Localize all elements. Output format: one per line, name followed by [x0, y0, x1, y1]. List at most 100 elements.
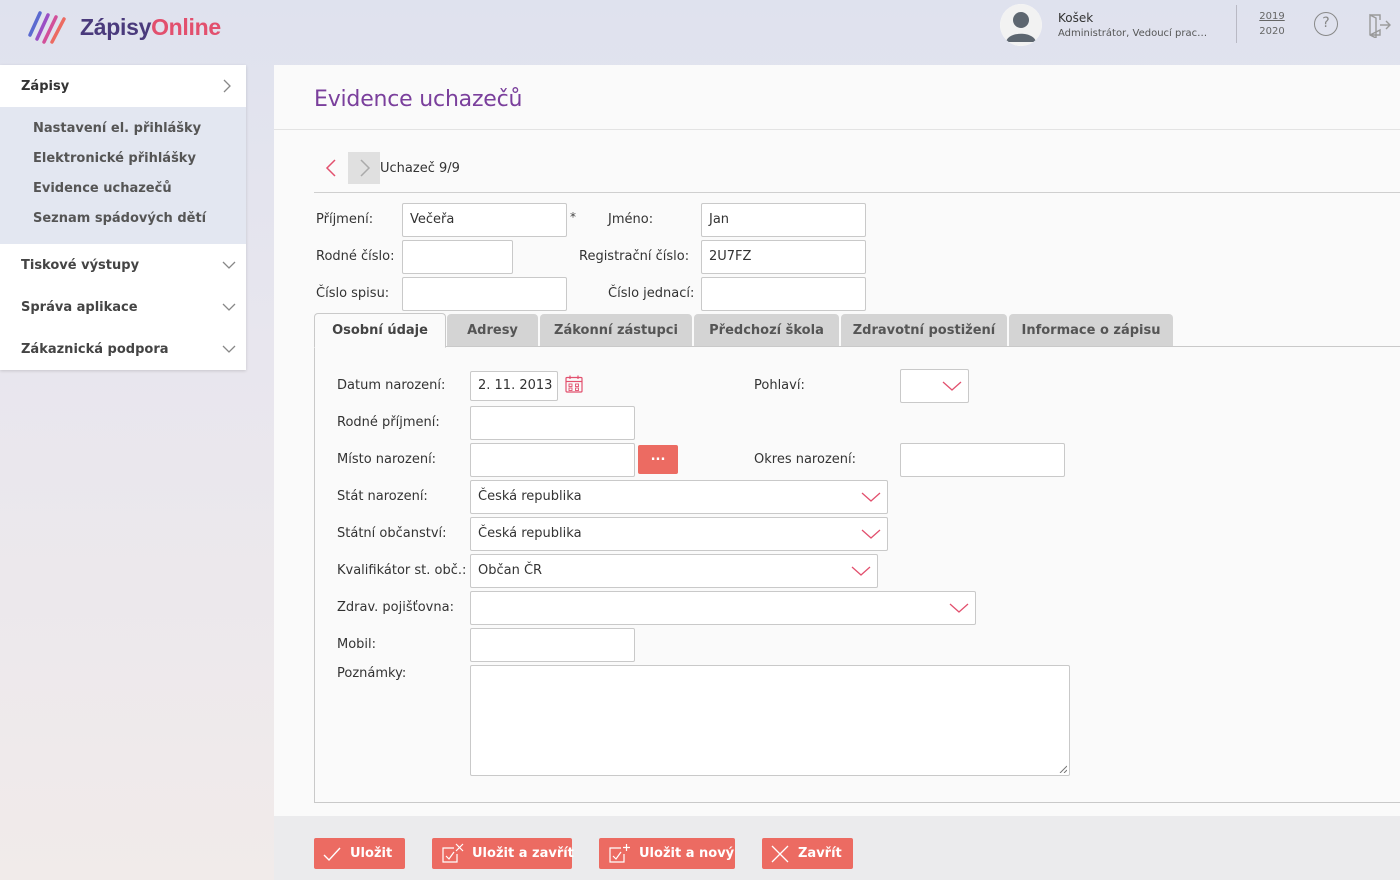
misto-lookup-button[interactable]: ...	[638, 445, 678, 474]
rodne-cislo-label: Rodné číslo:	[316, 249, 395, 264]
tab-adresy[interactable]: Adresy	[447, 314, 538, 347]
pohlavi-select[interactable]	[900, 369, 969, 403]
rodne-prijmeni-input[interactable]	[470, 406, 635, 440]
misto-narozeni-input[interactable]	[470, 443, 635, 477]
rodne-prijmeni-label: Rodné příjmení:	[337, 415, 440, 430]
rodne-cislo-input[interactable]	[402, 240, 513, 274]
chevron-down-icon	[851, 566, 871, 576]
chevron-down-icon	[861, 492, 881, 502]
prijmeni-label: Příjmení:	[316, 212, 374, 227]
logo-icon	[28, 11, 66, 44]
close-button[interactable]: Zavřít	[762, 838, 853, 869]
resize-grip-icon[interactable]	[1059, 765, 1067, 773]
calendar-icon[interactable]	[564, 374, 584, 394]
tab-zakonni-zastupci[interactable]: Zákonní zástupci	[540, 314, 692, 347]
prijmeni-input[interactable]: Večeřa	[402, 203, 567, 237]
statni-obcanstvi-select[interactable]: Česká republika	[470, 517, 888, 551]
sidebar: Zápisy Nastavení el. přihlášky Elektroni…	[0, 65, 246, 370]
misto-narozeni-label: Místo narození:	[337, 452, 437, 467]
chevron-down-icon	[949, 603, 969, 613]
record-counter: Uchazeč 9/9	[380, 161, 460, 176]
check-icon	[323, 847, 341, 861]
registracni-cislo-label: Registrační číslo:	[579, 249, 690, 264]
page-title: Evidence uchazečů	[314, 87, 523, 112]
registracni-cislo-input[interactable]: 2U7FZ	[701, 240, 866, 274]
chevron-down-icon	[222, 303, 236, 311]
pohlavi-label: Pohlaví:	[754, 378, 805, 393]
chevron-right-icon	[360, 159, 371, 177]
sidebar-item-label: Správa aplikace	[21, 299, 138, 315]
poznamky-label: Poznámky:	[337, 666, 407, 681]
header-divider	[1236, 5, 1237, 43]
logout-icon[interactable]	[1366, 12, 1392, 38]
sidebar-item-tiskove-vystupy[interactable]: Tiskové výstupy	[0, 244, 246, 286]
sidebar-item-zakaznicka-podpora[interactable]: Zákaznická podpora	[0, 328, 246, 370]
main-panel: Evidence uchazečů Uchazeč 9/9 Příjmení: …	[274, 65, 1400, 880]
school-year-selector[interactable]: 2019 2020	[1252, 9, 1292, 39]
tab-predchozi-skola[interactable]: Předchozí škola	[694, 314, 839, 347]
jmeno-label: Jméno:	[608, 212, 654, 227]
jmeno-input[interactable]: Jan	[701, 203, 866, 237]
statni-obcanstvi-label: Státní občanství:	[337, 526, 447, 541]
stat-narozeni-select[interactable]: Česká republika	[470, 480, 888, 514]
form-footer: Uložit Uložit a zavřít Uložit a nový Zav…	[274, 816, 1400, 880]
save-new-icon	[609, 843, 630, 863]
stat-narozeni-label: Stát narození:	[337, 489, 428, 504]
okres-narozeni-input[interactable]	[900, 443, 1065, 477]
tab-informace-o-zapisu[interactable]: Informace o zápisu	[1009, 314, 1173, 347]
okres-narozeni-label: Okres narození:	[754, 452, 856, 467]
user-role: Administrátor, Vedoucí pracovník	[1058, 28, 1208, 39]
save-close-button[interactable]: Uložit a zavřít	[432, 838, 574, 869]
stat-narozeni-value: Česká republika	[478, 489, 582, 504]
zdrav-pojistovna-select[interactable]	[470, 591, 976, 625]
chevron-down-icon	[222, 345, 236, 353]
cislo-jednaci-input[interactable]	[701, 277, 866, 311]
cislo-spisu-label: Číslo spisu:	[316, 286, 390, 301]
chevron-down-icon	[222, 261, 236, 269]
avatar	[1000, 4, 1042, 46]
poznamky-textarea[interactable]	[470, 665, 1070, 776]
sidebar-section-zapisy[interactable]: Zápisy	[0, 65, 246, 107]
sidebar-item-label: Tiskové výstupy	[21, 257, 140, 273]
cislo-jednaci-label: Číslo jednací:	[608, 286, 695, 301]
user-name: Košek	[1058, 11, 1094, 25]
sidebar-item-sprava-aplikace[interactable]: Správa aplikace	[0, 286, 246, 328]
mobil-label: Mobil:	[337, 637, 377, 652]
zdrav-pojistovna-label: Zdrav. pojišťovna:	[337, 600, 454, 615]
sidebar-item-label: Zákaznická podpora	[21, 341, 169, 357]
kvalifikator-select[interactable]: Občan ČR	[470, 554, 878, 588]
tab-zdravotni-postizeni[interactable]: Zdravotní postižení	[841, 314, 1007, 347]
close-button-label: Zavřít	[798, 846, 842, 861]
save-button[interactable]: Uložit	[314, 838, 405, 869]
save-new-button-label: Uložit a nový	[639, 846, 735, 861]
save-close-button-label: Uložit a zavřít	[472, 846, 574, 861]
tab-osobni-udaje[interactable]: Osobní údaje	[314, 313, 446, 348]
datum-narozeni-input[interactable]: 2. 11. 2013	[470, 371, 558, 401]
close-icon	[771, 845, 789, 862]
chevron-right-icon	[223, 79, 231, 93]
user-avatar-icon	[1000, 4, 1042, 46]
logo-text: ZápisyOnline	[80, 13, 221, 40]
user-profile[interactable]: Košek Administrátor, Vedoucí pracovník	[1000, 4, 1225, 46]
kvalifikator-label: Kvalifikátor st. obč.:	[337, 563, 467, 578]
chevron-down-icon	[861, 529, 881, 539]
datum-narozeni-label: Datum narození:	[337, 378, 446, 393]
sidebar-section-label: Zápisy	[21, 78, 70, 94]
app-logo[interactable]: ZápisyOnline	[26, 7, 221, 47]
prev-record-button[interactable]	[318, 152, 346, 184]
save-close-icon	[442, 843, 464, 863]
title-divider	[274, 129, 1400, 130]
sidebar-item-evidence-uchazecu[interactable]: Evidence uchazečů	[0, 174, 246, 204]
sidebar-item-seznam-spadovych[interactable]: Seznam spádových dětí	[0, 204, 246, 234]
sidebar-item-nastaveni[interactable]: Nastavení el. přihlášky	[0, 114, 246, 144]
year-to: 2020	[1259, 26, 1285, 37]
nav-divider	[314, 192, 1400, 193]
save-button-label: Uložit	[350, 846, 393, 861]
kvalifikator-value: Občan ČR	[478, 563, 543, 578]
mobil-input[interactable]	[470, 628, 635, 662]
help-icon[interactable]: ?	[1314, 12, 1338, 36]
cislo-spisu-input[interactable]	[402, 277, 567, 311]
sidebar-item-elektronicke-prihlasky[interactable]: Elektronické přihlášky	[0, 144, 246, 174]
next-record-button[interactable]	[348, 152, 380, 184]
save-new-button[interactable]: Uložit a nový	[599, 838, 735, 869]
